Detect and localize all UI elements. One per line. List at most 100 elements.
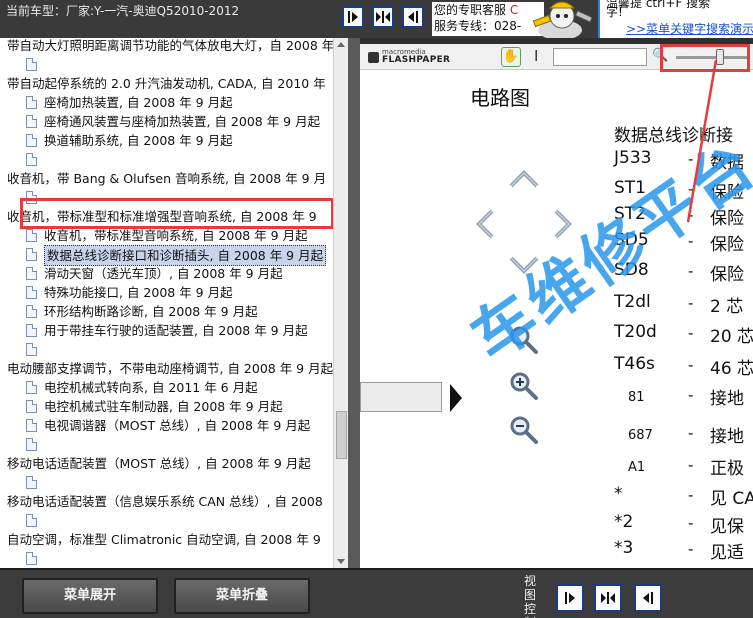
document-icon xyxy=(26,58,37,71)
legend-dash: - xyxy=(688,486,694,504)
panel-separator xyxy=(348,38,360,568)
tree-item-label: 电控机械式驻车制动器, 自 2008 年 9 月起 xyxy=(44,399,283,414)
legend-dash: - xyxy=(688,324,694,342)
arrow-right-icon xyxy=(565,592,575,604)
legend-abbr: 687 xyxy=(628,428,653,443)
arrow-right-icon xyxy=(348,11,358,23)
view-right-button[interactable] xyxy=(634,584,662,612)
text-select-icon[interactable]: I xyxy=(534,47,538,65)
split-arrows-icon xyxy=(376,11,390,23)
split-view-button[interactable] xyxy=(372,6,394,28)
chevron-left-icon[interactable] xyxy=(474,208,496,240)
chevron-up-icon[interactable] xyxy=(508,168,540,190)
legend-description: 2 芯 xyxy=(710,297,744,317)
legend-description: 保险 xyxy=(710,235,744,255)
legend-abbr: *3 xyxy=(614,538,634,558)
legend-abbr: ST2 xyxy=(614,204,646,224)
view-split-button[interactable] xyxy=(594,584,622,612)
view-control-label: 视图控制 xyxy=(524,574,537,618)
document-icon xyxy=(26,153,37,166)
zoom-in-icon[interactable] xyxy=(508,370,540,402)
tree-item-label: 移动电话适配装置（MOST 总线）, 自 2008 年 9 月起 xyxy=(7,456,311,471)
current-car-model: 当前车型：厂家:Y-一汽-奥迪Q52010-2012 xyxy=(6,4,240,18)
document-icon xyxy=(26,324,37,337)
document-icon xyxy=(26,115,37,128)
legend-dash: - xyxy=(688,294,694,312)
legend-description: 46 芯 xyxy=(710,359,753,379)
tree-item-label: 换道辅助系统, 自 2008 年 9 月起 xyxy=(44,133,233,148)
legend-description: 见保 xyxy=(710,517,744,537)
search-tip-banner: 温馨提 ctrl+F 搜索 字! >>菜单关键字搜索演示 xyxy=(598,0,753,38)
collapse-menu-button[interactable]: 菜单折叠 xyxy=(174,578,310,614)
tree-item-label: 电控机械式转向系, 自 2011 年 6 月起 xyxy=(44,380,258,395)
tree-item-label: 带自动大灯照明距离调节功能的气体放电大灯，自 2008 年 xyxy=(7,38,335,53)
tree-item-label: 收音机，带 Bang & Olufsen 音响系统, 自 2008 年 9 月 xyxy=(7,171,327,186)
play-arrow-icon[interactable] xyxy=(450,384,462,412)
page-number-input[interactable] xyxy=(553,48,647,66)
tree-item-label: 带自动起停系统的 2.0 升汽油发动机, CADA, 自 2010 年 xyxy=(7,76,326,91)
banner-tip-2: 字! xyxy=(606,5,623,19)
legend-dash: - xyxy=(688,356,694,374)
scroll-thumb[interactable] xyxy=(336,411,347,459)
magnifier-icon[interactable] xyxy=(508,324,540,356)
bottom-bar: 菜单展开 菜单折叠 视图控制 xyxy=(0,568,753,618)
split-arrows-icon xyxy=(601,592,615,604)
hand-tool-button[interactable]: ✋ xyxy=(501,47,521,67)
document-icon xyxy=(26,514,37,527)
expand-menu-button[interactable]: 菜单展开 xyxy=(22,578,158,614)
scroll-up-icon[interactable] xyxy=(337,42,345,47)
banner-search-demo-link[interactable]: >>菜单关键字搜索演示 xyxy=(626,20,753,37)
legend-dash: - xyxy=(688,232,694,250)
legend-description: 数据 xyxy=(710,153,744,173)
top-bar: 当前车型：厂家:Y-一汽-奥迪Q52010-2012 您的专职客服 C 服务专线… xyxy=(0,0,753,38)
chevron-right-icon[interactable] xyxy=(552,208,574,240)
legend-abbr: J533 xyxy=(614,148,652,168)
mascot-icon xyxy=(532,1,593,38)
legend-description: 保险 xyxy=(710,265,744,285)
legend-abbr: ST1 xyxy=(614,178,646,198)
tree-item-label: 电视调谐器（MOST 总线）, 自 2008 年 9 月起 xyxy=(44,418,311,433)
arrow-left-icon xyxy=(408,11,418,23)
document-icon xyxy=(26,400,37,413)
document-icon xyxy=(26,419,37,432)
tree-item-label: 电动腰部支撑调节，不带电动座椅调节, 自 2008 年 9 月起 xyxy=(7,361,334,376)
legend-description: 20 芯 xyxy=(710,327,753,347)
tree-item-label: 用于带挂车行驶的适配装置, 自 2008 年 9 月起 xyxy=(44,323,308,338)
legend-abbr: 81 xyxy=(628,390,645,405)
tree-item-label: 环形结构断路诊断, 自 2008 年 9 月起 xyxy=(44,304,258,319)
legend-description: 见 CA xyxy=(710,489,753,509)
tree-scrollbar[interactable] xyxy=(333,38,348,568)
document-icon xyxy=(26,286,37,299)
chevron-down-icon[interactable] xyxy=(508,254,540,276)
document-icon xyxy=(26,476,37,489)
legend-dash: - xyxy=(688,262,694,280)
show-right-button[interactable] xyxy=(402,6,424,28)
legend-abbr: SD8 xyxy=(614,260,649,280)
document-icon xyxy=(26,267,37,280)
tree-item-label: 座椅通风装置与座椅加热装置, 自 2008 年 9 月起 xyxy=(44,114,321,129)
collapsed-panel-block[interactable] xyxy=(360,382,442,412)
legend-description: 正极 xyxy=(710,459,744,479)
tree-item-label: 自动空调，标准型 Climatronic 自动空调, 自 2008 年 9 xyxy=(7,532,321,547)
macromedia-logo-icon xyxy=(368,52,379,63)
legend-description: 接地 xyxy=(710,389,744,409)
document-title: 数据总线诊断接 xyxy=(614,126,733,146)
app-window: 当前车型：厂家:Y-一汽-奥迪Q52010-2012 您的专职客服 C 服务专线… xyxy=(0,0,753,618)
document-icon xyxy=(26,229,37,242)
legend-abbr: T2dl xyxy=(614,292,651,312)
show-left-button[interactable] xyxy=(342,6,364,28)
legend-dash: - xyxy=(688,180,694,198)
tree-item-label: 座椅加热装置, 自 2008 年 9 月起 xyxy=(44,95,233,110)
legend-abbr: T20d xyxy=(614,322,657,342)
scroll-down-icon[interactable] xyxy=(337,559,345,564)
page-heading: 电路图 xyxy=(470,86,530,110)
tree-item-label: 数据总线诊断接口和诊断插头, 自 2008 年 9 月起 xyxy=(44,245,327,266)
document-icon xyxy=(26,248,37,261)
view-left-button[interactable] xyxy=(556,584,584,612)
legend-abbr: A1 xyxy=(628,460,646,475)
arrow-left-icon xyxy=(643,592,653,604)
document-icon xyxy=(26,438,37,451)
zoom-out-icon[interactable] xyxy=(508,414,540,446)
document-icon xyxy=(26,381,37,394)
legend-dash: - xyxy=(688,424,694,442)
